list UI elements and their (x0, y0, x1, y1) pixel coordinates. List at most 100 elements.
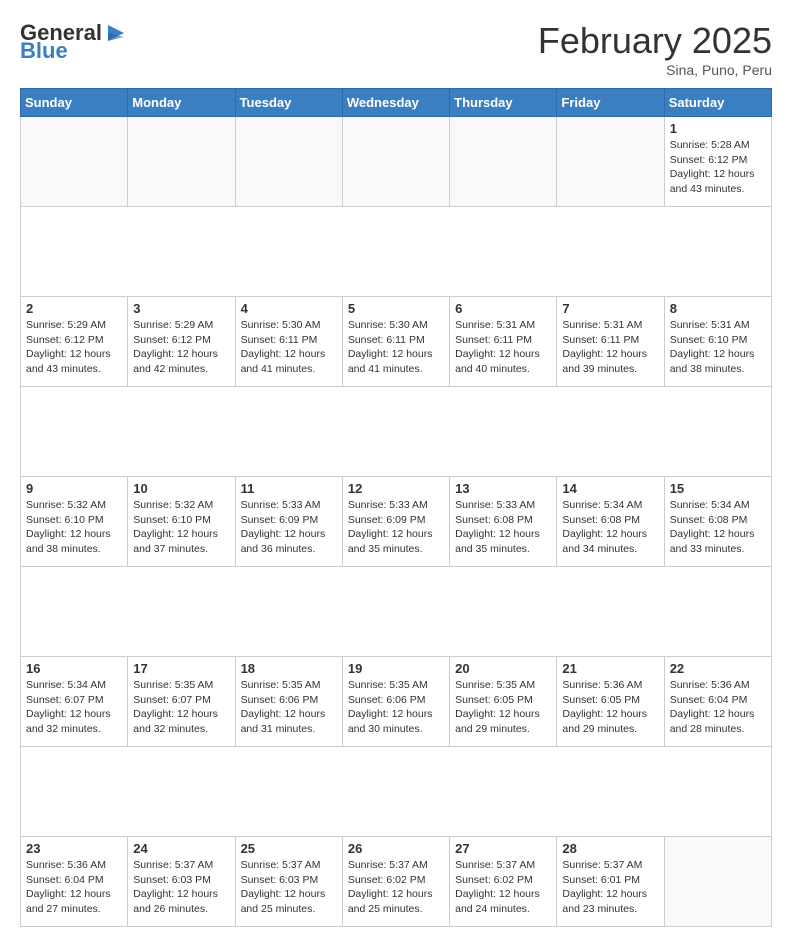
day-info: Sunrise: 5:30 AMSunset: 6:11 PMDaylight:… (241, 318, 337, 377)
day-info: Sunrise: 5:31 AMSunset: 6:11 PMDaylight:… (455, 318, 551, 377)
calendar-cell: 27 Sunrise: 5:37 AMSunset: 6:02 PMDayligh… (450, 837, 557, 927)
calendar-cell (21, 117, 128, 207)
day-info: Sunrise: 5:31 AMSunset: 6:11 PMDaylight:… (562, 318, 658, 377)
calendar-week-1: 1 Sunrise: 5:28 AMSunset: 6:12 PMDaylight… (21, 117, 772, 207)
calendar-cell: 19 Sunrise: 5:35 AMSunset: 6:06 PMDayligh… (342, 657, 449, 747)
logo-icon (104, 21, 128, 45)
day-number: 11 (241, 481, 337, 496)
col-monday: Monday (128, 89, 235, 117)
calendar-header-row: Sunday Monday Tuesday Wednesday Thursday… (21, 89, 772, 117)
calendar-cell: 21Sunrise: 5:36 AMSunset: 6:05 PMDayligh… (557, 657, 664, 747)
calendar-cell: 10 Sunrise: 5:32 AMSunset: 6:10 PMDayligh… (128, 477, 235, 567)
calendar-cell (557, 117, 664, 207)
day-number: 24 (133, 841, 229, 856)
calendar-cell: 11 Sunrise: 5:33 AMSunset: 6:09 PMDayligh… (235, 477, 342, 567)
calendar-cell: 17Sunrise: 5:35 AMSunset: 6:07 PMDayligh… (128, 657, 235, 747)
calendar-cell (664, 837, 771, 927)
day-info: Sunrise: 5:32 AMSunset: 6:10 PMDaylight:… (26, 498, 122, 557)
calendar-cell: 16 Sunrise: 5:34 AMSunset: 6:07 PMDayligh… (21, 657, 128, 747)
day-number: 9 (26, 481, 122, 496)
day-info: Sunrise: 5:28 AMSunset: 6:12 PMDaylight:… (670, 138, 766, 197)
calendar-cell: 13 Sunrise: 5:33 AMSunset: 6:08 PMDayligh… (450, 477, 557, 567)
day-info: Sunrise: 5:37 AMSunset: 6:02 PMDaylight:… (455, 858, 551, 917)
day-number: 23 (26, 841, 122, 856)
calendar-table: Sunday Monday Tuesday Wednesday Thursday… (20, 88, 772, 927)
row-separator (21, 387, 772, 477)
day-info: Sunrise: 5:35 AMSunset: 6:05 PMDaylight:… (455, 678, 551, 737)
day-info: Sunrise: 5:31 AMSunset: 6:10 PMDaylight:… (670, 318, 766, 377)
calendar-cell: 23Sunrise: 5:36 AMSunset: 6:04 PMDayligh… (21, 837, 128, 927)
col-friday: Friday (557, 89, 664, 117)
calendar-cell: 24 Sunrise: 5:37 AMSunset: 6:03 PMDayligh… (128, 837, 235, 927)
col-wednesday: Wednesday (342, 89, 449, 117)
page-header: General Blue February 2025 Sina, Puno, P… (20, 20, 772, 78)
col-tuesday: Tuesday (235, 89, 342, 117)
day-number: 3 (133, 301, 229, 316)
logo-blue: Blue (20, 38, 68, 64)
day-number: 1 (670, 121, 766, 136)
calendar-cell: 2 Sunrise: 5:29 AMSunset: 6:12 PMDaylight… (21, 297, 128, 387)
day-number: 20 (455, 661, 551, 676)
calendar-cell (128, 117, 235, 207)
day-number: 8 (670, 301, 766, 316)
day-info: Sunrise: 5:29 AMSunset: 6:12 PMDaylight:… (133, 318, 229, 377)
day-number: 18 (241, 661, 337, 676)
calendar-week-5: 23Sunrise: 5:36 AMSunset: 6:04 PMDayligh… (21, 837, 772, 927)
calendar-cell (235, 117, 342, 207)
location-subtitle: Sina, Puno, Peru (538, 62, 772, 78)
calendar-cell: 4 Sunrise: 5:30 AMSunset: 6:11 PMDaylight… (235, 297, 342, 387)
calendar-cell: 14 Sunrise: 5:34 AMSunset: 6:08 PMDayligh… (557, 477, 664, 567)
calendar-cell: 9 Sunrise: 5:32 AMSunset: 6:10 PMDaylight… (21, 477, 128, 567)
calendar-cell: 26 Sunrise: 5:37 AMSunset: 6:02 PMDayligh… (342, 837, 449, 927)
day-number: 4 (241, 301, 337, 316)
month-title: February 2025 (538, 20, 772, 62)
day-number: 19 (348, 661, 444, 676)
day-info: Sunrise: 5:34 AMSunset: 6:08 PMDaylight:… (670, 498, 766, 557)
col-sunday: Sunday (21, 89, 128, 117)
row-separator (21, 207, 772, 297)
calendar-cell: 7 Sunrise: 5:31 AMSunset: 6:11 PMDaylight… (557, 297, 664, 387)
title-block: February 2025 Sina, Puno, Peru (538, 20, 772, 78)
calendar-cell: 20 Sunrise: 5:35 AMSunset: 6:05 PMDayligh… (450, 657, 557, 747)
day-number: 13 (455, 481, 551, 496)
day-number: 10 (133, 481, 229, 496)
day-info: Sunrise: 5:37 AMSunset: 6:03 PMDaylight:… (133, 858, 229, 917)
logo: General Blue (20, 20, 128, 64)
day-info: Sunrise: 5:37 AMSunset: 6:03 PMDaylight:… (241, 858, 337, 917)
calendar-week-3: 9 Sunrise: 5:32 AMSunset: 6:10 PMDaylight… (21, 477, 772, 567)
day-number: 16 (26, 661, 122, 676)
day-number: 26 (348, 841, 444, 856)
day-info: Sunrise: 5:35 AMSunset: 6:06 PMDaylight:… (241, 678, 337, 737)
calendar-cell: 22Sunrise: 5:36 AMSunset: 6:04 PMDayligh… (664, 657, 771, 747)
row-separator (21, 747, 772, 837)
calendar-cell (450, 117, 557, 207)
day-info: Sunrise: 5:33 AMSunset: 6:08 PMDaylight:… (455, 498, 551, 557)
day-info: Sunrise: 5:35 AMSunset: 6:06 PMDaylight:… (348, 678, 444, 737)
day-number: 7 (562, 301, 658, 316)
day-number: 21 (562, 661, 658, 676)
day-number: 14 (562, 481, 658, 496)
day-info: Sunrise: 5:34 AMSunset: 6:08 PMDaylight:… (562, 498, 658, 557)
day-number: 15 (670, 481, 766, 496)
calendar-cell: 1 Sunrise: 5:28 AMSunset: 6:12 PMDaylight… (664, 117, 771, 207)
calendar-cell: 18 Sunrise: 5:35 AMSunset: 6:06 PMDayligh… (235, 657, 342, 747)
day-info: Sunrise: 5:37 AMSunset: 6:01 PMDaylight:… (562, 858, 658, 917)
calendar-cell: 3 Sunrise: 5:29 AMSunset: 6:12 PMDaylight… (128, 297, 235, 387)
day-number: 12 (348, 481, 444, 496)
col-thursday: Thursday (450, 89, 557, 117)
day-info: Sunrise: 5:32 AMSunset: 6:10 PMDaylight:… (133, 498, 229, 557)
calendar-cell: 15 Sunrise: 5:34 AMSunset: 6:08 PMDayligh… (664, 477, 771, 567)
day-number: 2 (26, 301, 122, 316)
day-info: Sunrise: 5:37 AMSunset: 6:02 PMDaylight:… (348, 858, 444, 917)
day-info: Sunrise: 5:33 AMSunset: 6:09 PMDaylight:… (348, 498, 444, 557)
calendar-cell: 6Sunrise: 5:31 AMSunset: 6:11 PMDaylight… (450, 297, 557, 387)
day-info: Sunrise: 5:34 AMSunset: 6:07 PMDaylight:… (26, 678, 122, 737)
calendar-cell: 25Sunrise: 5:37 AMSunset: 6:03 PMDayligh… (235, 837, 342, 927)
col-saturday: Saturday (664, 89, 771, 117)
day-info: Sunrise: 5:29 AMSunset: 6:12 PMDaylight:… (26, 318, 122, 377)
calendar-cell: 8 Sunrise: 5:31 AMSunset: 6:10 PMDaylight… (664, 297, 771, 387)
day-number: 5 (348, 301, 444, 316)
day-info: Sunrise: 5:33 AMSunset: 6:09 PMDaylight:… (241, 498, 337, 557)
calendar-week-4: 16 Sunrise: 5:34 AMSunset: 6:07 PMDayligh… (21, 657, 772, 747)
day-number: 27 (455, 841, 551, 856)
